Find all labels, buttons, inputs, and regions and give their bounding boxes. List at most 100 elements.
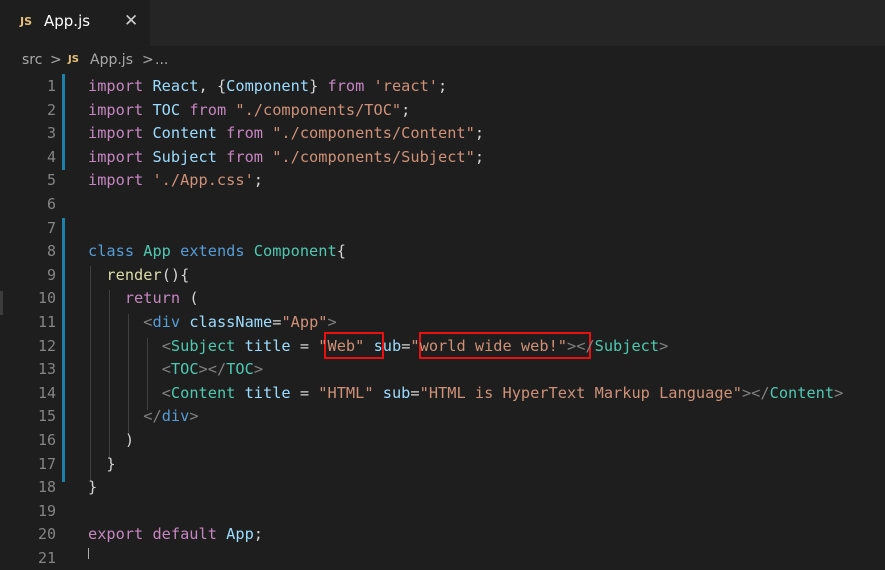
code-line[interactable]: 12 <Subject title = "Web" sub="world wid… [0, 334, 885, 358]
code-token: Content [170, 383, 245, 402]
code-line[interactable]: 2 import TOC from "./components/TOC"; [0, 98, 885, 122]
code-line[interactable]: 18} [0, 475, 885, 499]
code-token: > [253, 360, 264, 379]
code-token: title [244, 383, 300, 402]
code-token: = [299, 383, 319, 402]
line-number: 14 [37, 383, 56, 402]
code-token: { [336, 242, 346, 261]
code-token: } [88, 454, 116, 473]
code-token: ></ [741, 383, 770, 402]
javascript-file-icon: JS [68, 54, 79, 65]
code-token: export [88, 525, 153, 544]
code-token: Component [253, 242, 337, 261]
code-line[interactable]: 13 <TOC></TOC> [0, 357, 885, 381]
code-line[interactable]: 8 class App extends Component{ [0, 239, 885, 263]
breadcrumb-file[interactable]: App.js [90, 52, 133, 68]
code-line[interactable]: 5 import './App.css'; [0, 168, 885, 192]
code-line[interactable]: 9 render(){ [0, 263, 885, 287]
close-icon[interactable]: ✕ [124, 11, 138, 31]
code-token: from [226, 124, 273, 143]
code-token: "./components/Content" [272, 124, 475, 143]
code-line[interactable]: 17 } [0, 452, 885, 476]
code-text: render(){ [88, 263, 189, 287]
code-line[interactable]: 20 export default App; [0, 522, 885, 546]
code-text: <Subject title = "Web" sub="world wide w… [88, 334, 669, 358]
code-token: "./components/TOC" [235, 100, 402, 119]
code-token: className [189, 313, 273, 331]
code-token: from [226, 147, 273, 166]
code-token: sub [373, 336, 402, 355]
code-token: "HTML is HyperText Markup Language" [419, 383, 742, 402]
code-token: App [143, 242, 181, 261]
code-token: "world wide web!" [410, 336, 567, 355]
code-token: Content [152, 124, 227, 143]
code-line[interactable]: 3 import Content from "./components/Conte… [0, 121, 885, 145]
code-line[interactable]: 7 [0, 216, 885, 240]
panel-edge [0, 291, 3, 315]
code-token: React [152, 77, 199, 95]
code-token: = [410, 383, 420, 402]
code-line[interactable]: 4 import Subject from "./components/Subje… [0, 145, 885, 169]
code-text: import './App.css'; [88, 168, 263, 192]
code-token: "./components/Subject" [272, 147, 475, 166]
code-token: TOC [226, 360, 254, 379]
breadcrumb-folder[interactable]: src [22, 52, 42, 68]
code-token: ; [474, 147, 485, 166]
tab-bar: JS App.js ✕ [0, 0, 885, 46]
line-number: 8 [46, 242, 56, 261]
tab-app-js[interactable]: JS App.js ✕ [0, 0, 150, 46]
code-line[interactable]: 19 [0, 499, 885, 523]
line-number: 6 [46, 195, 56, 213]
code-token: } [88, 478, 98, 497]
line-number: 3 [46, 124, 56, 143]
code-token: > [189, 407, 199, 426]
code-token: ; [401, 100, 411, 119]
code-token: './App.css' [152, 171, 254, 190]
code-token: "HTML" [318, 383, 374, 402]
code-line[interactable]: 10 return ( [0, 286, 885, 310]
code-text: import TOC from "./components/TOC"; [88, 98, 410, 122]
code-text: } [88, 475, 97, 499]
code-line[interactable]: 16 ) [0, 428, 885, 452]
code-token: ) [88, 431, 135, 449]
code-line[interactable]: 15 </div> [0, 404, 885, 428]
code-token: ; [474, 124, 485, 143]
code-token: , { [198, 77, 227, 95]
code-text: import Content from "./components/Conten… [88, 121, 484, 145]
code-text: <div className="App"> [88, 310, 336, 334]
code-token: App [226, 525, 254, 544]
line-number: 9 [46, 265, 56, 284]
code-token: from [327, 77, 374, 95]
code-line[interactable]: 11 <div className="App"> [0, 310, 885, 334]
line-number: 10 [37, 289, 56, 308]
chevron-right-icon: > [50, 52, 62, 68]
code-token: extends [180, 242, 254, 261]
line-number: 2 [46, 100, 56, 119]
code-token: ( [189, 289, 199, 308]
code-text: export default App; [88, 522, 263, 546]
code-editor[interactable]: 1 import React, {Component} from 'react';… [0, 74, 885, 567]
code-line[interactable]: 14 <Content title = "HTML" sub="HTML is … [0, 381, 885, 405]
code-line[interactable]: 6 [0, 192, 885, 216]
line-number: 7 [46, 218, 56, 237]
line-number: 5 [46, 171, 56, 190]
breadcrumb-symbol[interactable]: ... [155, 52, 168, 68]
code-token: > [834, 383, 844, 402]
code-token: ; [438, 77, 448, 95]
javascript-file-icon: JS [20, 15, 33, 28]
line-number: 21 [37, 549, 56, 567]
code-token: ; [253, 171, 263, 190]
code-token: class [88, 242, 144, 261]
code-token: > [659, 336, 669, 355]
code-token: render [106, 265, 162, 284]
code-line[interactable]: 21 [0, 546, 885, 570]
code-text: ) [88, 428, 134, 452]
code-line[interactable]: 1 import React, {Component} from 'react'; [0, 74, 885, 98]
